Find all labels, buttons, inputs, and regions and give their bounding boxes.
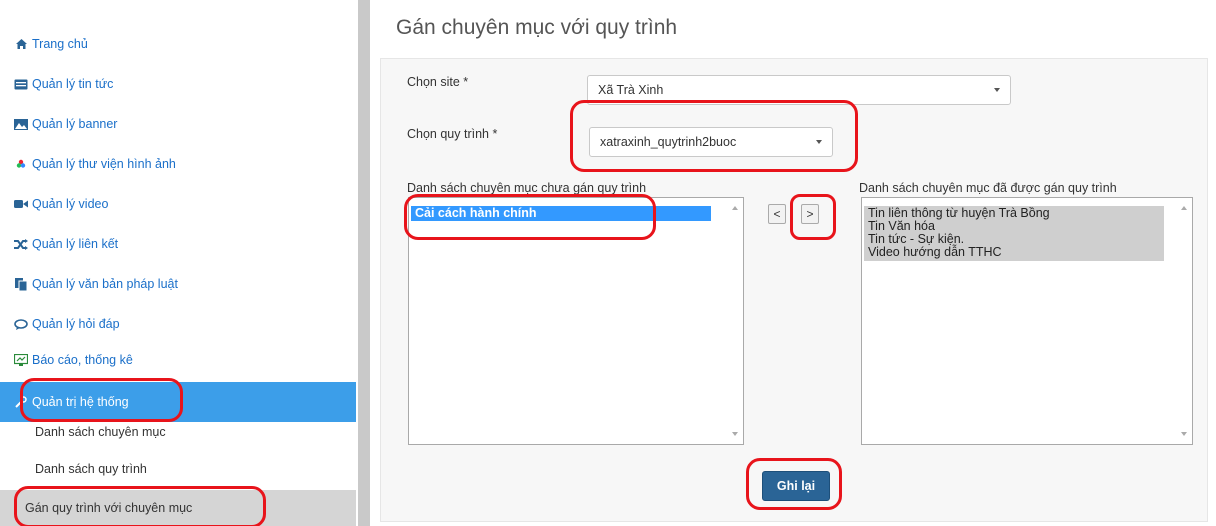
sidebar: Trang chủ Quản lý tin tức Quản lý banner… [0, 0, 356, 526]
scrollbar[interactable] [727, 198, 743, 444]
sidebar-item-gallery[interactable]: Quản lý thư viện hình ảnh [0, 144, 356, 184]
news-icon [14, 78, 28, 90]
sidebar-item-qa[interactable]: Quản lý hỏi đáp [0, 304, 356, 344]
sidebar-subitem-label: Danh sách chuyên mục [35, 425, 166, 439]
assigned-category-list[interactable]: Tin liên thông từ huyện Trà Bồng Tin Văn… [861, 197, 1193, 445]
home-icon [14, 38, 28, 50]
scroll-down-icon[interactable] [1181, 432, 1187, 436]
sidebar-subitem-category-list[interactable]: Danh sách chuyên mục [0, 414, 356, 450]
sidebar-item-links[interactable]: Quản lý liên kết [0, 224, 356, 264]
move-left-button[interactable]: < [768, 204, 786, 224]
sidebar-splitter[interactable] [358, 0, 370, 526]
wrench-icon [14, 396, 28, 408]
assigned-list-label: Danh sách chuyên mục đã được gán quy trì… [859, 181, 1117, 195]
document-icon [14, 277, 28, 291]
sidebar-item-label: Báo cáo, thống kê [32, 353, 133, 367]
sidebar-item-label: Quản lý video [32, 197, 109, 211]
list-item[interactable]: Cải cách hành chính [411, 206, 711, 221]
sidebar-item-label: Quản lý tin tức [32, 77, 114, 91]
assigned-items: Tin liên thông từ huyện Trà Bồng Tin Văn… [864, 206, 1164, 261]
sidebar-item-label: Quản lý hỏi đáp [32, 317, 120, 331]
video-icon [14, 198, 28, 210]
sidebar-item-label: Quản lý văn bản pháp luật [32, 277, 178, 291]
report-icon [14, 354, 28, 366]
sidebar-subitem-process-list[interactable]: Danh sách quy trình [0, 451, 356, 487]
page-title: Gán chuyên mục với quy trình [396, 16, 678, 39]
sidebar-item-banner[interactable]: Quản lý banner [0, 104, 356, 144]
sidebar-item-label: Trang chủ [32, 37, 88, 51]
sidebar-item-home[interactable]: Trang chủ [0, 24, 356, 64]
scroll-down-icon[interactable] [732, 432, 738, 436]
process-select-value: xatraxinh_quytrinh2buoc [600, 135, 737, 149]
process-select[interactable]: xatraxinh_quytrinh2buoc [589, 127, 833, 157]
shuffle-icon [14, 238, 28, 250]
chevron-down-icon [816, 140, 822, 144]
sidebar-item-reports[interactable]: Báo cáo, thống kê [0, 340, 356, 380]
scroll-up-icon[interactable] [1181, 206, 1187, 210]
sidebar-item-label: Quản lý banner [32, 117, 118, 131]
sidebar-item-label: Quản lý liên kết [32, 237, 119, 251]
save-button[interactable]: Ghi lại [762, 471, 830, 501]
list-item[interactable]: Video hướng dẫn TTHC [864, 246, 1164, 259]
main-content: Gán chuyên mục với quy trình Chọn site *… [372, 0, 1216, 526]
chat-icon [14, 318, 28, 330]
sidebar-subitem-label: Gán quy trình với chuyên mục [25, 501, 193, 515]
process-label: Chọn quy trình * [407, 127, 498, 141]
chevron-down-icon [994, 88, 1000, 92]
sidebar-subitem-assign-process[interactable]: Gán quy trình với chuyên mục [0, 490, 356, 526]
sidebar-subitem-label: Danh sách quy trình [35, 462, 147, 476]
sidebar-item-news[interactable]: Quản lý tin tức [0, 64, 356, 104]
form-panel: Chọn site * Xã Trà Xinh Chọn quy trình *… [380, 58, 1208, 522]
sidebar-item-video[interactable]: Quản lý video [0, 184, 356, 224]
scrollbar[interactable] [1176, 198, 1192, 444]
gallery-icon [14, 158, 28, 170]
scroll-up-icon[interactable] [732, 206, 738, 210]
sidebar-item-label: Quản trị hệ thống [32, 395, 129, 409]
unassigned-category-list[interactable]: Cải cách hành chính [408, 197, 744, 445]
site-select[interactable]: Xã Trà Xinh [587, 75, 1011, 105]
site-label: Chọn site * [407, 75, 469, 89]
image-icon [14, 118, 28, 130]
site-select-value: Xã Trà Xinh [598, 83, 664, 97]
sidebar-item-legal-docs[interactable]: Quản lý văn bản pháp luật [0, 264, 356, 304]
unassigned-list-label: Danh sách chuyên mục chưa gán quy trình [407, 181, 647, 195]
move-right-button[interactable]: > [801, 204, 819, 224]
sidebar-item-label: Quản lý thư viện hình ảnh [32, 157, 176, 171]
